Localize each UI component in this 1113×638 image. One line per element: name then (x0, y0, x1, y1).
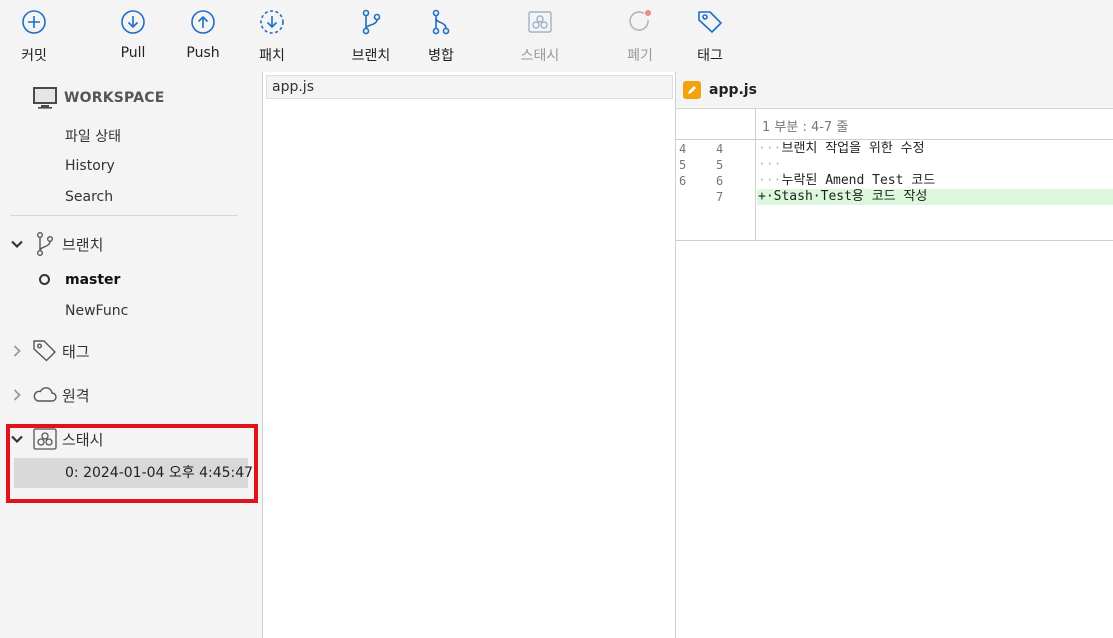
current-branch-indicator (39, 274, 50, 285)
file-list-panel: app.js (262, 72, 676, 638)
hunk-title: 1 부분 : 4-7 줄 (762, 120, 849, 135)
branch-label: 브랜치 (351, 48, 391, 64)
diff-line-added: 7 +·Stash·Test용 코드 작성 (676, 189, 1113, 205)
new-line-number: 4 (716, 142, 724, 156)
diff-header: app.js (676, 72, 1113, 109)
tag-label: 태그 (697, 48, 723, 64)
sidebar-divider (10, 215, 238, 216)
stash-button[interactable]: 스태시 (510, 8, 570, 65)
patch-label: 패치 (259, 48, 285, 64)
section-branches[interactable]: 브랜치 (10, 231, 103, 257)
sidebar-item-search[interactable]: Search (65, 189, 113, 205)
modified-file-icon (683, 81, 701, 99)
line-text: Stash·Test용 코드 작성 (773, 189, 928, 204)
added-marker: +· (758, 189, 774, 204)
chevron-right-icon (13, 345, 21, 357)
pull-button[interactable]: Pull (103, 8, 163, 61)
new-line-number: 6 (716, 174, 724, 188)
line-code: +·Stash·Test용 코드 작성 (757, 189, 1113, 205)
hunk-separator (676, 139, 1113, 140)
push-button[interactable]: Push (173, 8, 233, 61)
file-list-item[interactable]: app.js (266, 75, 673, 99)
highlight-annotation-box (6, 424, 258, 503)
chevron-down-icon (11, 240, 23, 249)
section-tags[interactable]: 태그 (10, 338, 90, 364)
sidebar-item-history[interactable]: History (65, 158, 115, 174)
line-code: ···누락된 Amend Test 코드 (757, 173, 1113, 189)
pull-label: Pull (120, 45, 146, 61)
stash-icon (528, 11, 552, 33)
whitespace-marker: ··· (758, 157, 782, 172)
merge-button[interactable]: 병합 (411, 8, 471, 65)
diff-filename: app.js (709, 82, 757, 98)
line-code: ···브랜치 작업을 위한 수정 (757, 141, 1113, 157)
sidebar-item-file-status[interactable]: 파일 상태 (65, 126, 121, 146)
line-text: 누락된 Amend Test 코드 (781, 173, 936, 188)
diff-panel: app.js 1 부분 : 4-7 줄 4 4 ···브랜치 작업을 위한 수정… (676, 72, 1113, 638)
diff-line: 5 5 ··· (676, 157, 1113, 173)
merge-label: 병합 (428, 48, 454, 64)
line-code: ··· (757, 157, 1113, 173)
branch-item-master[interactable]: master (65, 272, 120, 288)
monitor-icon (33, 87, 57, 109)
fetch-icon (260, 10, 284, 34)
tags-label: 태그 (62, 342, 90, 361)
branch-icon (36, 232, 53, 257)
new-line-number: 7 (716, 190, 724, 204)
whitespace-marker: ··· (758, 173, 782, 188)
toolbar: 커밋 Pull Push 패치 브랜치 병합 스태시 폐기 태그 (0, 0, 1113, 72)
patch-button[interactable]: 패치 (242, 8, 302, 65)
branch-button[interactable]: 브랜치 (341, 8, 401, 65)
commit-label: 커밋 (21, 48, 47, 64)
section-remotes[interactable]: 원격 (10, 382, 90, 408)
line-text: 브랜치 작업을 위한 수정 (781, 141, 925, 156)
workspace-title: WORKSPACE (64, 90, 165, 106)
workspace-header: WORKSPACE (32, 86, 165, 110)
stash-label: 스태시 (520, 48, 560, 64)
commit-button[interactable]: 커밋 (4, 8, 64, 65)
diff-hunk: 1 부분 : 4-7 줄 4 4 ···브랜치 작업을 위한 수정 5 5 ··… (676, 109, 1113, 241)
tag-button[interactable]: 태그 (680, 8, 740, 65)
plus-circle-icon (22, 10, 46, 34)
discard-icon (629, 10, 651, 31)
tag-icon (698, 11, 722, 33)
old-line-number: 4 (679, 142, 687, 156)
branch-item-newfunc[interactable]: NewFunc (65, 303, 128, 319)
arrow-up-circle-icon (191, 10, 215, 34)
push-label: Push (186, 45, 220, 61)
old-line-number: 5 (679, 158, 687, 172)
tag-icon (33, 340, 56, 362)
cloud-icon (33, 387, 57, 402)
remotes-label: 원격 (62, 386, 90, 405)
merge-icon (432, 9, 450, 35)
diff-line: 6 6 ···누락된 Amend Test 코드 (676, 173, 1113, 189)
branches-label: 브랜치 (62, 235, 104, 254)
old-line-number: 6 (679, 174, 687, 188)
chevron-right-icon (13, 389, 21, 401)
new-line-number: 5 (716, 158, 724, 172)
discard-label: 폐기 (627, 48, 653, 64)
whitespace-marker: ··· (758, 141, 782, 156)
diff-line: 4 4 ···브랜치 작업을 위한 수정 (676, 141, 1113, 157)
arrow-down-circle-icon (121, 10, 145, 34)
branch-icon (362, 9, 381, 35)
discard-button[interactable]: 폐기 (610, 8, 670, 65)
sidebar: WORKSPACE 파일 상태 History Search 브랜치 maste… (0, 72, 262, 638)
